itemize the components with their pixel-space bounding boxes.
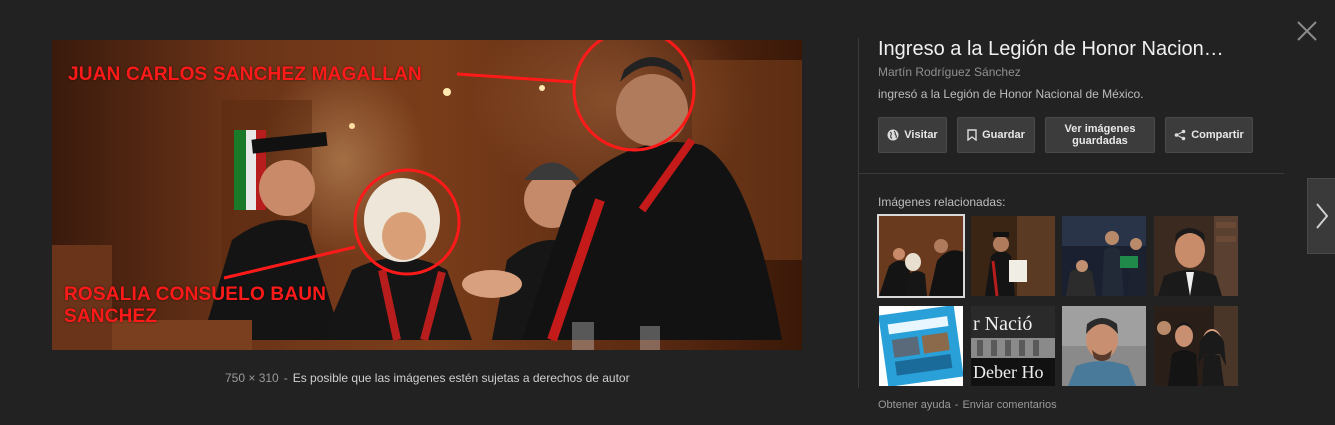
share-label: Compartir (1191, 129, 1244, 141)
footer-links: Obtener ayuda - Enviar comentarios (878, 399, 1057, 411)
globe-icon (887, 129, 899, 141)
related-thumb-5[interactable] (879, 306, 963, 386)
thumb-6-bottom-text: Deber Ho (973, 362, 1043, 382)
related-thumb-7[interactable] (1062, 306, 1146, 386)
related-thumb-2[interactable] (971, 216, 1055, 296)
close-icon (1297, 21, 1317, 41)
panel-section-divider (858, 173, 1284, 174)
related-thumb-7-image (1062, 306, 1146, 386)
rights-notice: Es posible que las imágenes estén sujeta… (292, 371, 630, 385)
related-images-heading: Imágenes relacionadas: (878, 195, 1006, 209)
related-thumb-1-image (879, 216, 963, 296)
related-thumb-4-image (1154, 216, 1238, 296)
share-icon (1174, 129, 1186, 141)
related-thumb-3[interactable] (1062, 216, 1146, 296)
related-thumb-6-image: r Nació Deber Ho (971, 306, 1055, 386)
save-button[interactable]: Guardar (957, 117, 1035, 153)
overlay-label-bottom: ROSALIA CONSUELO BAUN SANCHEZ (64, 284, 327, 327)
next-image-button[interactable] (1307, 178, 1335, 254)
overlay-label-top: JUAN CARLOS SANCHEZ MAGALLAN (68, 64, 422, 85)
close-button[interactable] (1296, 20, 1318, 42)
chevron-right-icon (1315, 203, 1328, 229)
view-saved-label-line2: guardadas (1072, 135, 1128, 147)
related-thumb-4[interactable] (1154, 216, 1238, 296)
meta-separator: - (283, 371, 288, 385)
view-saved-images-button[interactable]: Ver imágenes guardadas (1045, 117, 1155, 153)
visit-label: Visitar (904, 129, 938, 141)
save-label: Guardar (982, 129, 1025, 141)
view-saved-label-line1: Ver imágenes (1064, 123, 1136, 135)
image-meta: 750 × 310- Es posible que las imágenes es… (225, 371, 630, 385)
related-thumb-3-image (1062, 216, 1146, 296)
related-thumb-8[interactable] (1154, 306, 1238, 386)
feedback-link[interactable]: Enviar comentarios (962, 399, 1056, 411)
thumb-6-top-text: r Nació (973, 313, 1032, 335)
result-description: ingresó a la Legión de Honor Nacional de… (878, 87, 1144, 101)
visit-button[interactable]: Visitar (878, 117, 947, 153)
result-title[interactable]: Ingreso a la Legión de Honor Nacion… (878, 38, 1263, 61)
panel-divider (858, 38, 859, 388)
result-author: Martín Rodríguez Sánchez (878, 65, 1021, 79)
related-thumb-5-image (879, 306, 963, 386)
related-thumb-8-image (1154, 306, 1238, 386)
share-button[interactable]: Compartir (1165, 117, 1253, 153)
related-thumb-1[interactable] (877, 214, 965, 298)
related-thumb-2-image (971, 216, 1055, 296)
footer-separator: - (954, 399, 959, 411)
main-image[interactable]: JUAN CARLOS SANCHEZ MAGALLAN ROSALIA CON… (52, 40, 802, 350)
related-thumb-6[interactable]: r Nació Deber Ho (971, 306, 1055, 386)
image-dimensions: 750 × 310 (225, 371, 279, 385)
help-link[interactable]: Obtener ayuda (878, 399, 951, 411)
bookmark-icon (967, 129, 977, 141)
